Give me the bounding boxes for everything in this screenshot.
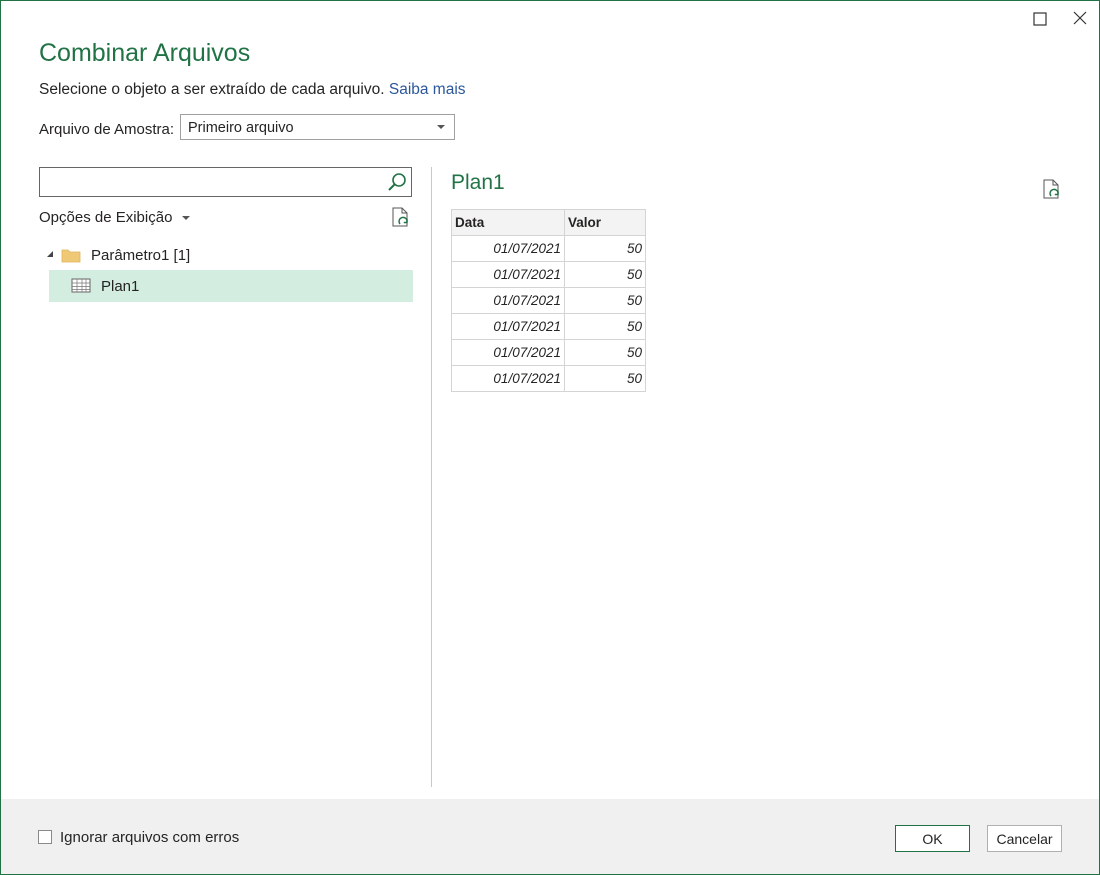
preview-table: Data Valor 01/07/2021 50 01/07/2021 50 0…	[451, 209, 646, 392]
combine-files-dialog: Combinar Arquivos Selecione o objeto a s…	[0, 0, 1100, 875]
sample-file-label: Arquivo de Amostra:	[39, 121, 175, 138]
cell-valor: 50	[564, 287, 646, 314]
close-button[interactable]	[1069, 9, 1091, 29]
table-row: 01/07/2021 50	[451, 261, 646, 288]
ignore-errors-label: Ignorar arquivos com erros	[60, 829, 240, 846]
preview-title: Plan1	[451, 171, 505, 194]
cell-valor: 50	[564, 235, 646, 262]
table-icon	[71, 278, 91, 299]
view-options-label: Opções de Exibição	[39, 209, 173, 226]
pane-divider[interactable]	[431, 167, 432, 787]
refresh-preview-button[interactable]	[1041, 178, 1063, 207]
column-header-valor: Valor	[564, 209, 646, 236]
cell-data: 01/07/2021	[451, 313, 565, 340]
maximize-button[interactable]	[1029, 9, 1051, 29]
dialog-title: Combinar Arquivos	[39, 39, 251, 67]
cell-data: 01/07/2021	[451, 261, 565, 288]
sample-file-dropdown[interactable]: Primeiro arquivo	[180, 114, 455, 140]
column-header-data: Data	[451, 209, 565, 236]
refresh-document-icon	[1043, 179, 1059, 199]
table-row: 01/07/2021 50	[451, 287, 646, 314]
maximize-icon	[1033, 12, 1047, 26]
search-input[interactable]	[44, 172, 378, 194]
cell-valor: 50	[564, 365, 646, 392]
cell-valor: 50	[564, 313, 646, 340]
learn-more-link[interactable]: Saiba mais	[389, 81, 466, 98]
table-row: 01/07/2021 50	[451, 313, 646, 340]
search-box	[39, 167, 412, 197]
refresh-document-icon	[392, 207, 408, 227]
cell-data: 01/07/2021	[451, 365, 565, 392]
table-row: 01/07/2021 50	[451, 365, 646, 392]
dialog-subtitle: Selecione o objeto a ser extraído de cad…	[39, 81, 466, 99]
subtitle-text: Selecione o objeto a ser extraído de cad…	[39, 81, 385, 98]
tree-item-plan1[interactable]: Plan1	[49, 270, 413, 302]
table-row: 01/07/2021 50	[451, 339, 646, 366]
cancel-button[interactable]: Cancelar	[987, 825, 1062, 852]
sample-file-value: Primeiro arquivo	[188, 120, 294, 136]
table-row: 01/07/2021 50	[451, 235, 646, 262]
tree-item-label: Plan1	[101, 278, 140, 295]
chevron-down-icon	[437, 125, 445, 129]
cell-valor: 50	[564, 339, 646, 366]
ok-button[interactable]: OK	[895, 825, 970, 852]
ignore-errors-checkbox[interactable]	[38, 830, 52, 844]
refresh-navigator-button[interactable]	[390, 206, 412, 235]
close-icon	[1073, 11, 1087, 25]
cell-data: 01/07/2021	[451, 287, 565, 314]
table-header-row: Data Valor	[451, 209, 646, 236]
caret-down-icon	[182, 216, 191, 221]
cell-valor: 50	[564, 261, 646, 288]
view-options-dropdown[interactable]: Opções de Exibição	[39, 209, 191, 226]
folder-icon	[61, 247, 81, 267]
cell-data: 01/07/2021	[451, 235, 565, 262]
search-icon[interactable]	[387, 172, 407, 197]
cell-data: 01/07/2021	[451, 339, 565, 366]
folder-label: Parâmetro1 [1]	[91, 247, 191, 264]
